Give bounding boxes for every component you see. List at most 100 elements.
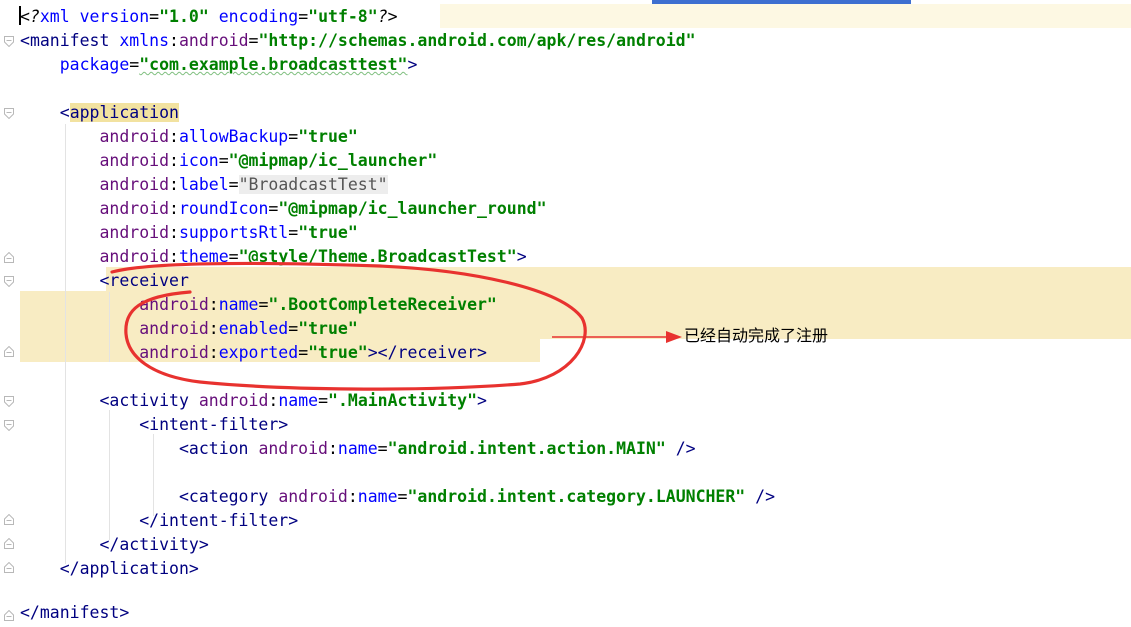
code-line-category[interactable]: <category android:name="android.intent.c… [20, 485, 775, 509]
bracket: > [407, 55, 418, 74]
ns-android: android [99, 175, 170, 194]
value-theme: "@style/Theme.BroadcastTest" [238, 247, 517, 266]
bracket: < [20, 31, 30, 50]
xmlns-prefix: xmlns [119, 31, 170, 50]
ns-android: android [99, 223, 170, 242]
ns-android: android [139, 295, 209, 314]
code-line-application-close[interactable]: </application> [20, 557, 199, 581]
code-line-application-open[interactable]: <application [20, 101, 179, 125]
value-encoding: "utf-8" [308, 7, 378, 26]
fold-close-icon[interactable] [4, 538, 14, 549]
value-enabled: "true" [298, 319, 358, 338]
tag-manifest-close: </manifest> [20, 603, 130, 622]
value-allowbackup: "true" [298, 127, 358, 146]
code-line-label[interactable]: android:label="BroadcastTest" [20, 173, 388, 197]
ns-android: android [258, 439, 328, 458]
fold-close-icon[interactable] [4, 346, 14, 357]
code-line-activity-open[interactable]: <activity android:name=".MainActivity"> [20, 389, 486, 413]
code-line-icon[interactable]: android:icon="@mipmap/ic_launcher" [20, 149, 437, 173]
code-line-activity-close[interactable]: </activity> [20, 533, 208, 557]
code-line-intent-filter-close[interactable]: </intent-filter> [20, 509, 298, 533]
value-xmlns: "http://schemas.android.com/apk/res/andr… [258, 31, 696, 50]
attr-name: name [337, 439, 378, 458]
annotation-label: 已经自动完成了注册 [684, 326, 829, 345]
pi-open: <? [20, 7, 40, 26]
fold-close-icon[interactable] [4, 252, 14, 263]
self-close: /> [745, 487, 776, 506]
attr-name: name [357, 487, 398, 506]
code-editor[interactable]: <?xml version="1.0" encoding="utf-8"?> <… [0, 0, 1131, 627]
tag-activity: activity [109, 391, 189, 410]
code-line-roundicon[interactable]: android:roundIcon="@mipmap/ic_launcher_r… [20, 197, 547, 221]
pi-name: xml [39, 7, 70, 26]
xmlns-android: android [178, 31, 249, 50]
fold-close-icon[interactable] [4, 514, 14, 525]
bracket: < [178, 439, 189, 458]
value-receiver-name: ".BootCompleteReceiver" [268, 295, 497, 314]
tag-receiver: receiver [109, 271, 189, 290]
tag-manifest: manifest [29, 31, 110, 50]
code-line-manifest-open[interactable]: <manifest xmlns:android="http://schemas.… [20, 29, 696, 53]
attr-exported: exported [218, 343, 299, 362]
attr-enabled: enabled [218, 319, 289, 338]
code-line-action[interactable]: <action android:name="android.intent.act… [20, 437, 696, 461]
receiver-highlight-top [106, 267, 1131, 291]
fold-open-icon[interactable] [4, 276, 14, 287]
tag-action: action [188, 439, 249, 458]
value-package: "com.example.broadcasttest" [139, 55, 408, 74]
value-roundicon: "@mipmap/ic_launcher_round" [278, 199, 547, 218]
ns-android: android [99, 151, 170, 170]
code-line-receiver-exported[interactable]: android:exported="true"></receiver> [20, 341, 487, 365]
fold-open-icon[interactable] [4, 420, 14, 431]
code-line-xml-declaration[interactable]: <?xml version="1.0" encoding="utf-8"?> [20, 5, 398, 29]
ns-android: android [198, 391, 269, 410]
code-line-receiver-name[interactable]: android:name=".BootCompleteReceiver" [20, 293, 497, 317]
editor-gutter [0, 0, 18, 627]
code-line-theme[interactable]: android:theme="@style/Theme.BroadcastTes… [20, 245, 527, 269]
bracket: < [178, 487, 189, 506]
self-close: /> [665, 439, 696, 458]
ns-android: android [139, 319, 209, 338]
value-exported: "true" [308, 343, 368, 362]
fold-open-icon[interactable] [4, 396, 14, 407]
ns-android: android [139, 343, 209, 362]
attr-version: version [79, 7, 150, 26]
attr-name: name [278, 391, 319, 410]
attr-allowbackup: allowBackup [178, 127, 289, 146]
ns-android: android [99, 199, 170, 218]
tag-category: category [188, 487, 269, 506]
attr-supportsrtl: supportsRtl [178, 223, 289, 242]
value-label: "BroadcastTest" [238, 175, 388, 194]
bracket: < [99, 271, 110, 290]
code-line-supportsrtl[interactable]: android:supportsRtl="true" [20, 221, 357, 245]
tag-receiver-close: ></receiver> [367, 343, 487, 362]
code-line-intent-filter-open[interactable]: <intent-filter> [20, 413, 288, 437]
bracket: < [59, 103, 70, 122]
fold-close-icon[interactable] [4, 610, 14, 621]
tag-application-close: </application> [59, 559, 199, 578]
bracket: < [99, 391, 110, 410]
caret-line-highlight [440, 4, 1131, 28]
code-line-package[interactable]: package="com.example.broadcasttest"> [20, 53, 418, 77]
value-category: "android.intent.category.LAUNCHER" [407, 487, 746, 506]
value-icon: "@mipmap/ic_launcher" [228, 151, 438, 170]
code-line-manifest-close[interactable]: </manifest> [20, 601, 129, 625]
fold-close-icon[interactable] [4, 562, 14, 573]
ns-android: android [278, 487, 348, 506]
attr-label: label [178, 175, 229, 194]
attr-package: package [59, 55, 130, 74]
value-version: "1.0" [159, 7, 209, 26]
tag-intent-filter: <intent-filter> [139, 415, 289, 434]
ns-android: android [99, 247, 170, 266]
code-line-receiver-enabled[interactable]: android:enabled="true" [20, 317, 358, 341]
bracket: > [516, 247, 527, 266]
tag-application: application [69, 103, 179, 122]
code-line-receiver-open[interactable]: <receiver [20, 269, 189, 293]
attr-name: name [218, 295, 259, 314]
value-action: "android.intent.action.MAIN" [387, 439, 666, 458]
fold-open-icon[interactable] [4, 36, 14, 47]
ns-android: android [99, 127, 170, 146]
code-line-allowbackup[interactable]: android:allowBackup="true" [20, 125, 358, 149]
tag-intent-filter-close: </intent-filter> [139, 511, 299, 530]
fold-open-icon[interactable] [4, 108, 14, 119]
